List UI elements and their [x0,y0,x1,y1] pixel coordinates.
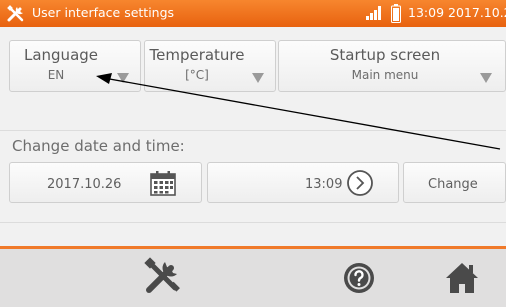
signal-icon [366,6,381,20]
clock-time: 13:09 [408,5,445,20]
datetime-section-label: Change date and time: [12,137,185,155]
settings-tools-icon [7,5,24,22]
clock-date: 2017.10.26 [448,5,506,20]
calendar-icon [150,171,176,196]
temperature-selector[interactable]: Temperature [°C] [144,40,276,92]
time-field[interactable]: 13:09 [207,162,399,203]
status-bar: User interface settings 13:09 2017.10.26 [0,0,506,27]
temperature-dropdown-icon [252,73,264,83]
startup-screen-label: Startup screen [329,46,441,64]
time-value: 13:09 [305,177,343,192]
section-divider-bottom [0,222,506,223]
clock: 13:09 2017.10.26 [408,5,506,20]
temperature-label: Temperature [149,46,245,64]
startup-screen-value: Main menu [351,68,419,82]
section-divider [0,130,506,131]
startup-screen-dropdown-icon [480,73,492,83]
clock-icon [347,170,373,196]
date-value: 2017.10.26 [47,177,122,192]
home-icon[interactable] [444,260,480,296]
change-button[interactable]: Change [403,162,506,203]
startup-screen-selector[interactable]: Startup screen Main menu [278,40,506,92]
change-button-label: Change [428,177,478,192]
date-field[interactable]: 2017.10.26 [9,162,202,203]
window-title: User interface settings [32,5,175,20]
battery-icon [391,4,401,23]
settings-tools-icon[interactable] [143,256,183,296]
help-icon[interactable] [342,261,376,295]
bottom-toolbar [0,246,506,307]
